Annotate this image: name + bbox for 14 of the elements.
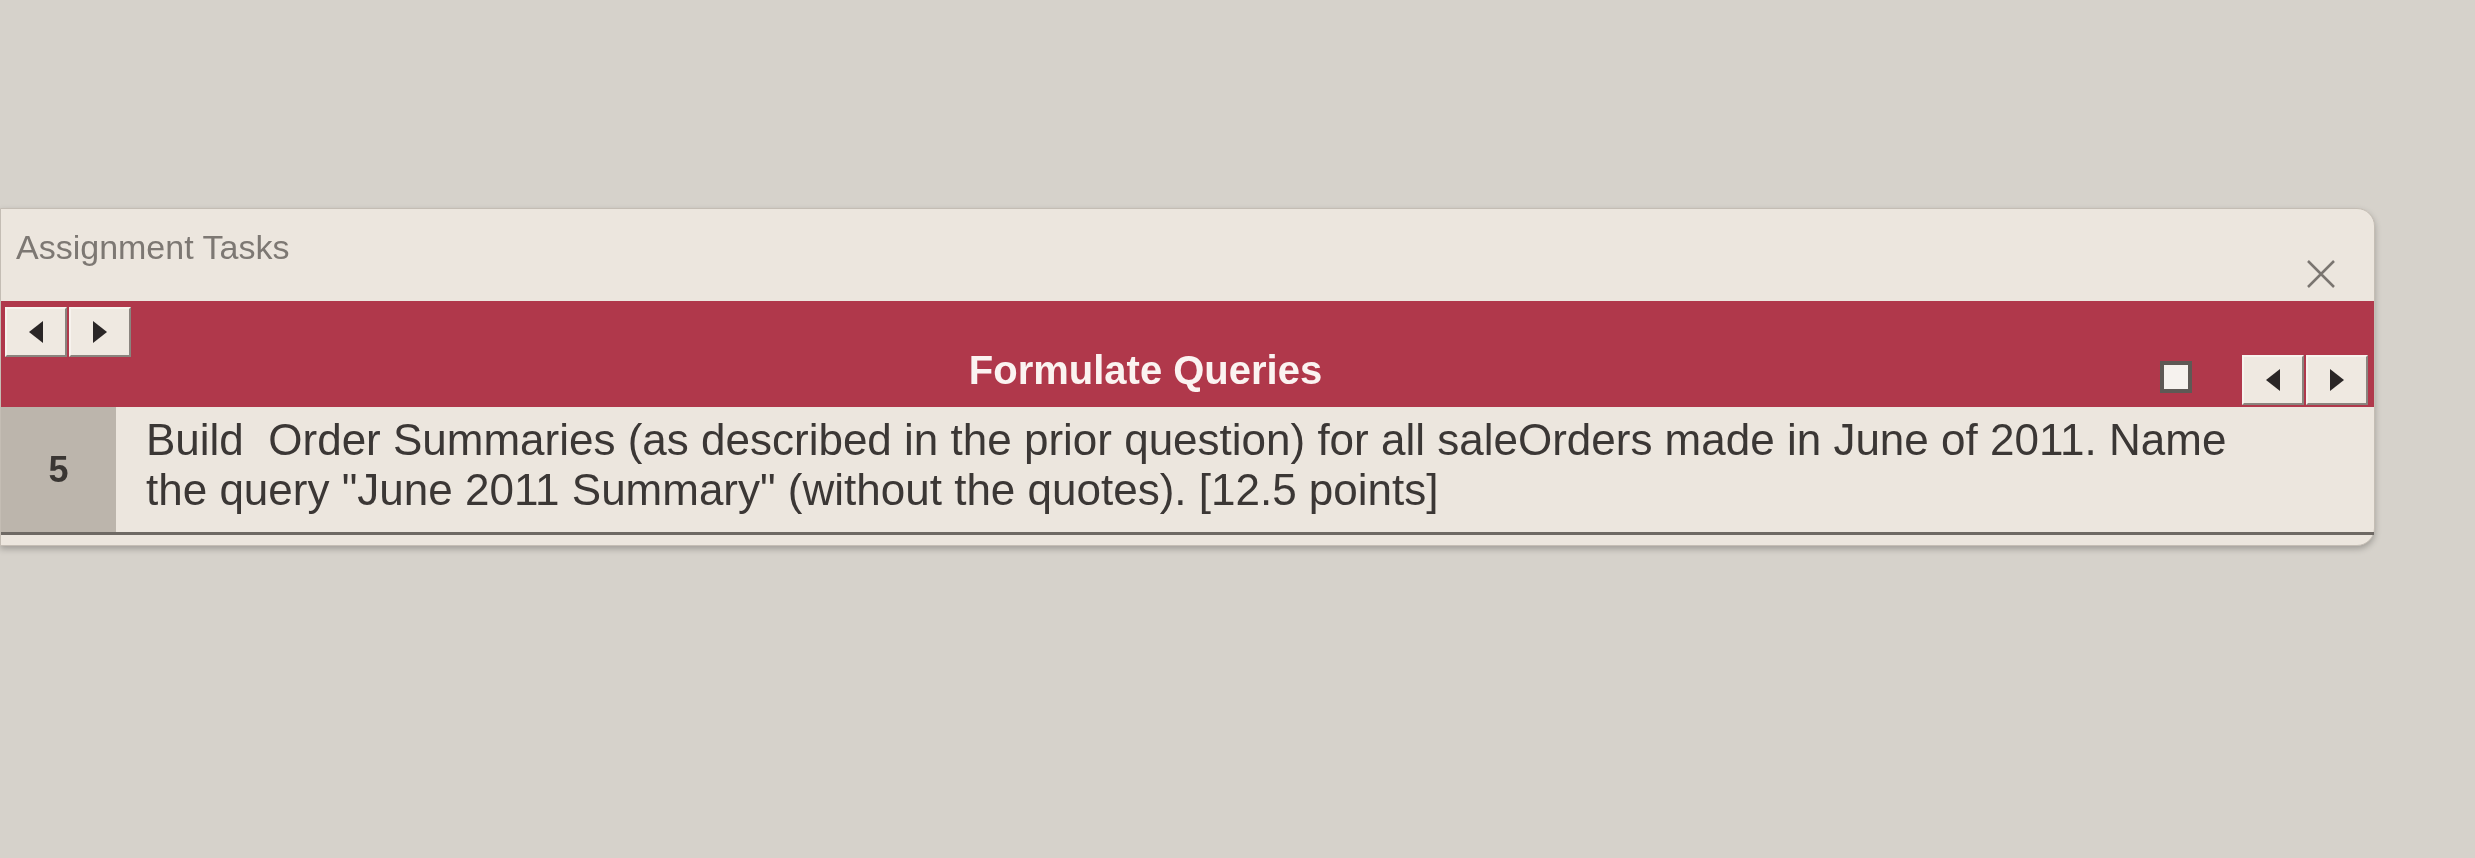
caret-right-icon (2330, 369, 2344, 391)
previous-button[interactable] (2242, 355, 2304, 405)
next-button[interactable] (2306, 355, 2368, 405)
next-button[interactable] (69, 307, 131, 357)
header-title: Formulate Queries (968, 347, 1323, 393)
checkbox[interactable] (2160, 361, 2192, 393)
previous-button[interactable] (5, 307, 67, 357)
task-description: Build Order Summaries (as described in the prior question) for all saleOrders made in June of 2011. Name the query "June 2011 Summary" (without the quotes). [12.5 points] (146, 415, 2228, 515)
caret-left-icon (2266, 369, 2280, 391)
caret-left-icon (29, 321, 43, 343)
close-icon[interactable] (2306, 259, 2336, 289)
caret-right-icon (93, 321, 107, 343)
panel-title: Assignment Tasks (15, 227, 290, 267)
task-number: 5 (1, 407, 116, 532)
